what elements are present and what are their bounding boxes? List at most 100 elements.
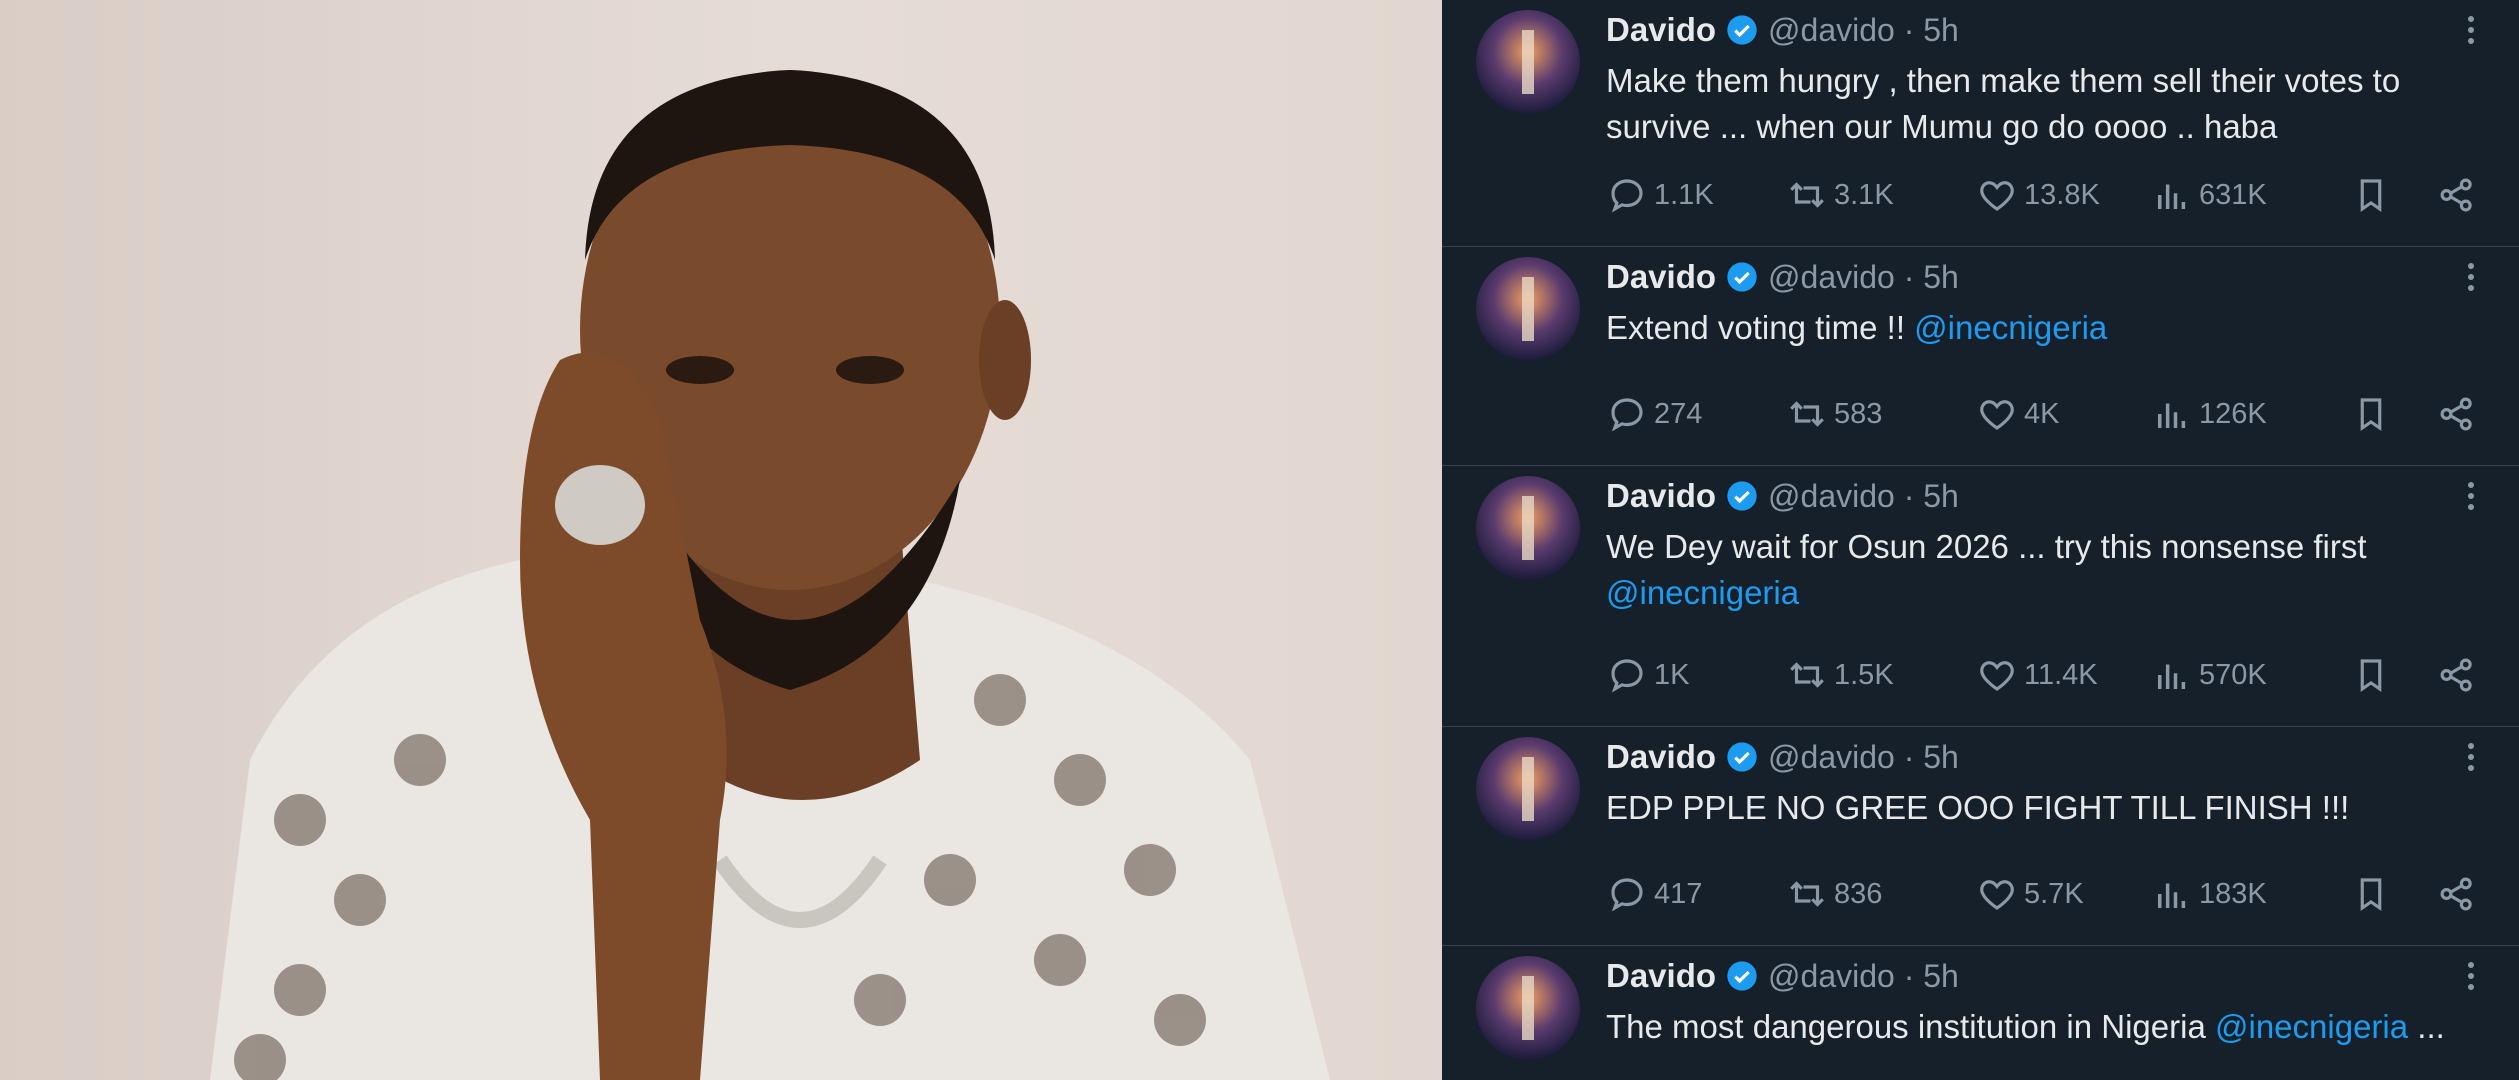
tweet-item[interactable]: Davido @davido · 5h We Dey wait for Osun…: [1442, 466, 2519, 727]
like-count: 11.4K: [2024, 658, 2098, 691]
retweet-button[interactable]: 3.1K: [1786, 172, 1894, 218]
author-handle-time[interactable]: @davido · 5h: [1768, 958, 1959, 995]
bookmark-icon: [2360, 659, 2382, 693]
bookmark-icon: [2360, 878, 2382, 912]
bookmark-icon: [2360, 398, 2382, 432]
like-button[interactable]: 5.7K: [1976, 871, 2084, 917]
tweet-item[interactable]: Davido @davido · 5h Make them hungry , t…: [1442, 0, 2519, 247]
reply-count: 1K: [1654, 658, 1690, 691]
views-button[interactable]: 631K: [2151, 172, 2267, 218]
bookmark-button[interactable]: [2350, 172, 2392, 218]
tweet-text-main: EDP PPLE NO GREE OOO FIGHT TILL FINISH !…: [1606, 789, 2350, 826]
like-count: 4K: [2024, 397, 2060, 430]
tweet-item[interactable]: Davido @davido · 5h Extend voting time !…: [1442, 247, 2519, 466]
more-options-icon[interactable]: [2465, 482, 2477, 516]
tweet-text-main: The most dangerous institution in Nigeri…: [1606, 1008, 2215, 1045]
portrait-illustration: [210, 70, 1330, 1080]
bookmark-button[interactable]: [2350, 652, 2392, 698]
tweet-header: Davido @davido · 5h: [1606, 476, 1959, 516]
views-icon: [2158, 883, 2186, 908]
more-options-icon[interactable]: [2465, 743, 2477, 777]
share-icon: [2440, 877, 2472, 911]
author-handle-time[interactable]: @davido · 5h: [1768, 12, 1959, 49]
tweet-feed[interactable]: Davido @davido · 5h Make them hungry , t…: [1442, 0, 2519, 1080]
retweet-button[interactable]: 583: [1786, 391, 1882, 437]
like-icon: [1980, 181, 2014, 211]
mention-link[interactable]: @inecnigeria: [1914, 309, 2107, 346]
tweet-item[interactable]: Davido @davido · 5h The most dangerous i…: [1442, 946, 2519, 1080]
reply-count: 274: [1654, 397, 1703, 430]
like-button[interactable]: 4K: [1976, 391, 2059, 437]
reply-icon: [1611, 659, 1643, 693]
more-options-icon[interactable]: [2465, 16, 2477, 50]
verified-badge-icon: [1727, 15, 1757, 45]
mention-link[interactable]: @inecnigeria: [2215, 1008, 2408, 1045]
author-name[interactable]: Davido: [1606, 738, 1716, 776]
avatar[interactable]: [1476, 956, 1580, 1060]
reply-button[interactable]: 1.1K: [1606, 172, 1714, 218]
tweet-actions: 274 583 4K 126K: [1606, 391, 2486, 437]
author-name[interactable]: Davido: [1606, 11, 1716, 49]
more-options-icon[interactable]: [2465, 263, 2477, 297]
verified-badge-icon: [1727, 961, 1757, 991]
mention-link[interactable]: @inecnigeria: [1606, 574, 1799, 611]
retweet-count: 3.1K: [1834, 178, 1894, 211]
bookmark-icon: [2360, 179, 2382, 213]
views-button[interactable]: 183K: [2151, 871, 2267, 917]
bookmark-button[interactable]: [2350, 871, 2392, 917]
tweet-header: Davido @davido · 5h: [1606, 737, 1959, 777]
tweet-text-main: Make them hungry , then make them sell t…: [1606, 62, 2401, 145]
like-icon: [1980, 661, 2014, 691]
retweet-button[interactable]: 836: [1786, 871, 1882, 917]
like-button[interactable]: 13.8K: [1976, 172, 2100, 218]
reply-icon: [1611, 878, 1643, 912]
reply-button[interactable]: 1K: [1606, 652, 1689, 698]
share-button[interactable]: [2436, 391, 2478, 437]
views-icon: [2158, 403, 2186, 428]
more-options-icon[interactable]: [2465, 962, 2477, 996]
views-count: 183K: [2199, 877, 2267, 910]
tweet-header: Davido @davido · 5h: [1606, 10, 1959, 50]
tweet-item[interactable]: Davido @davido · 5h EDP PPLE NO GREE OOO…: [1442, 727, 2519, 946]
tweet-actions: 1.1K 3.1K 13.8K 631K: [1606, 172, 2486, 218]
share-button[interactable]: [2436, 871, 2478, 917]
reply-count: 1.1K: [1654, 178, 1714, 211]
bookmark-button[interactable]: [2350, 391, 2392, 437]
views-icon: [2158, 184, 2186, 209]
avatar[interactable]: [1476, 10, 1580, 114]
views-count: 631K: [2199, 178, 2267, 211]
avatar[interactable]: [1476, 257, 1580, 361]
like-count: 13.8K: [2024, 178, 2100, 211]
author-handle-time[interactable]: @davido · 5h: [1768, 739, 1959, 776]
reply-button[interactable]: 417: [1606, 871, 1702, 917]
tweet-actions: 1K 1.5K 11.4K 570K: [1606, 652, 2486, 698]
retweet-icon: [1790, 881, 1824, 907]
views-button[interactable]: 126K: [2151, 391, 2267, 437]
author-name[interactable]: Davido: [1606, 957, 1716, 995]
reply-count: 417: [1654, 877, 1703, 910]
retweet-count: 836: [1834, 877, 1883, 910]
author-name[interactable]: Davido: [1606, 477, 1716, 515]
share-button[interactable]: [2436, 652, 2478, 698]
author-name[interactable]: Davido: [1606, 258, 1716, 296]
tweet-text-main: We Dey wait for Osun 2026 ... try this n…: [1606, 528, 2367, 565]
views-button[interactable]: 570K: [2151, 652, 2267, 698]
verified-badge-icon: [1727, 481, 1757, 511]
tweet-text: EDP PPLE NO GREE OOO FIGHT TILL FINISH !…: [1606, 785, 2466, 831]
share-icon: [2440, 397, 2472, 431]
tweet-header: Davido @davido · 5h: [1606, 956, 1959, 996]
reply-icon: [1611, 179, 1643, 213]
avatar[interactable]: [1476, 737, 1580, 841]
featured-photo: [0, 0, 1442, 1080]
like-count: 5.7K: [2024, 877, 2084, 910]
author-handle-time[interactable]: @davido · 5h: [1768, 259, 1959, 296]
like-button[interactable]: 11.4K: [1976, 652, 2098, 698]
author-handle-time[interactable]: @davido · 5h: [1768, 478, 1959, 515]
reply-button[interactable]: 274: [1606, 391, 1702, 437]
tweet-text-main: Extend voting time !!: [1606, 309, 1915, 346]
avatar[interactable]: [1476, 476, 1580, 580]
retweet-icon: [1790, 662, 1824, 688]
retweet-button[interactable]: 1.5K: [1786, 652, 1894, 698]
share-button[interactable]: [2436, 172, 2478, 218]
verified-badge-icon: [1727, 742, 1757, 772]
